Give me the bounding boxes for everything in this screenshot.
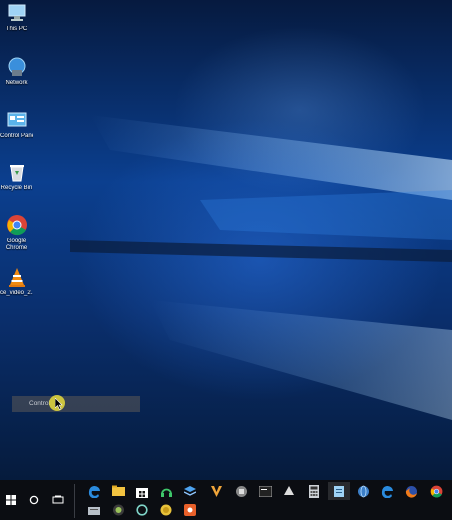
headphones-app-icon (160, 488, 172, 497)
file-explorer-icon (111, 485, 125, 496)
globe-icon (357, 485, 369, 497)
taskbar-app-edge-2[interactable] (376, 482, 398, 500)
desktop-wallpaper (0, 0, 452, 520)
task-view-icon (52, 495, 64, 504)
desktop-icon-label: Network (5, 80, 28, 86)
camera-app-icon (112, 504, 124, 516)
cortana-circle-icon (29, 495, 39, 505)
taskbar-app-disk[interactable] (83, 501, 105, 519)
control-panel-icon (6, 109, 28, 131)
taskbar-app-store[interactable] (131, 482, 153, 500)
desktop-icon-control-panel[interactable]: Control Panel (0, 109, 33, 140)
cortana-search-button[interactable] (23, 491, 45, 509)
orange-app-icon (184, 504, 196, 516)
desktop-icon-vlc-video[interactable]: ce_video_2... (0, 266, 33, 297)
desktop-icon-label: Control Panel (0, 133, 33, 139)
circle-app-icon (136, 504, 148, 516)
taskbar-app-orange[interactable] (179, 501, 201, 519)
taskbar-app-terminal[interactable] (254, 482, 276, 500)
taskbar-app-file-explorer[interactable] (107, 482, 129, 500)
desktop-icon-recycle-bin[interactable]: Recycle Bin (0, 161, 33, 192)
taskbar-app-layers[interactable] (179, 482, 201, 500)
taskbar-app-media[interactable] (230, 482, 252, 500)
desktop-icon-label: This PC (5, 26, 28, 32)
desktop-icon-label: Recycle Bin (0, 185, 33, 191)
search-text: Control (29, 400, 50, 407)
terminal-icon (258, 485, 272, 497)
store-icon (136, 487, 148, 498)
desktop-icon-chrome[interactable]: Google Chrome (0, 214, 33, 252)
taskbar-app-edge[interactable] (83, 482, 105, 500)
media-app-icon (235, 485, 247, 497)
windows-start-icon (6, 495, 16, 505)
calculator-icon (309, 484, 319, 498)
edge-icon (381, 485, 393, 498)
taskbar-app-notepad[interactable] (328, 482, 350, 500)
taskbar-divider (74, 484, 75, 518)
task-view-button[interactable] (47, 491, 69, 509)
chrome-icon (430, 485, 442, 497)
taskbar-app-vivaldi[interactable] (205, 482, 227, 500)
taskbar-app-coin[interactable] (155, 501, 177, 519)
taskbar-app-calculator[interactable] (303, 482, 325, 500)
taskbar-app-inkscape[interactable] (278, 482, 300, 500)
firefox-icon (405, 485, 417, 498)
desktop-icon-network[interactable]: Network (0, 56, 33, 87)
notepad-icon (334, 485, 344, 497)
taskbar-app-camera[interactable] (107, 501, 129, 519)
desktop-icon-label: Google Chrome (5, 238, 28, 251)
this-pc-icon (6, 2, 28, 24)
vlc-icon (6, 266, 28, 288)
taskbar-app-headphones[interactable] (155, 482, 177, 500)
desktop-icon-this-pc[interactable]: This PC (0, 2, 33, 33)
recycle-bin-icon (6, 161, 28, 183)
coin-app-icon (160, 504, 172, 516)
layers-app-icon (184, 485, 196, 496)
mouse-cursor-icon (55, 398, 63, 410)
chrome-icon (6, 214, 28, 236)
vivaldi-icon (210, 485, 222, 497)
start-button[interactable] (0, 491, 22, 509)
desktop-icon-label: ce_video_2... (0, 290, 33, 296)
edge-icon (88, 485, 100, 498)
inkscape-icon (284, 486, 294, 495)
network-icon (6, 56, 28, 78)
search-input[interactable]: Control (12, 396, 140, 412)
disk-icon (88, 506, 100, 515)
taskbar-app-globe[interactable] (352, 482, 374, 500)
taskbar-app-chrome[interactable] (425, 482, 447, 500)
taskbar-app-firefox[interactable] (400, 482, 422, 500)
taskbar-app-circle[interactable] (131, 501, 153, 519)
